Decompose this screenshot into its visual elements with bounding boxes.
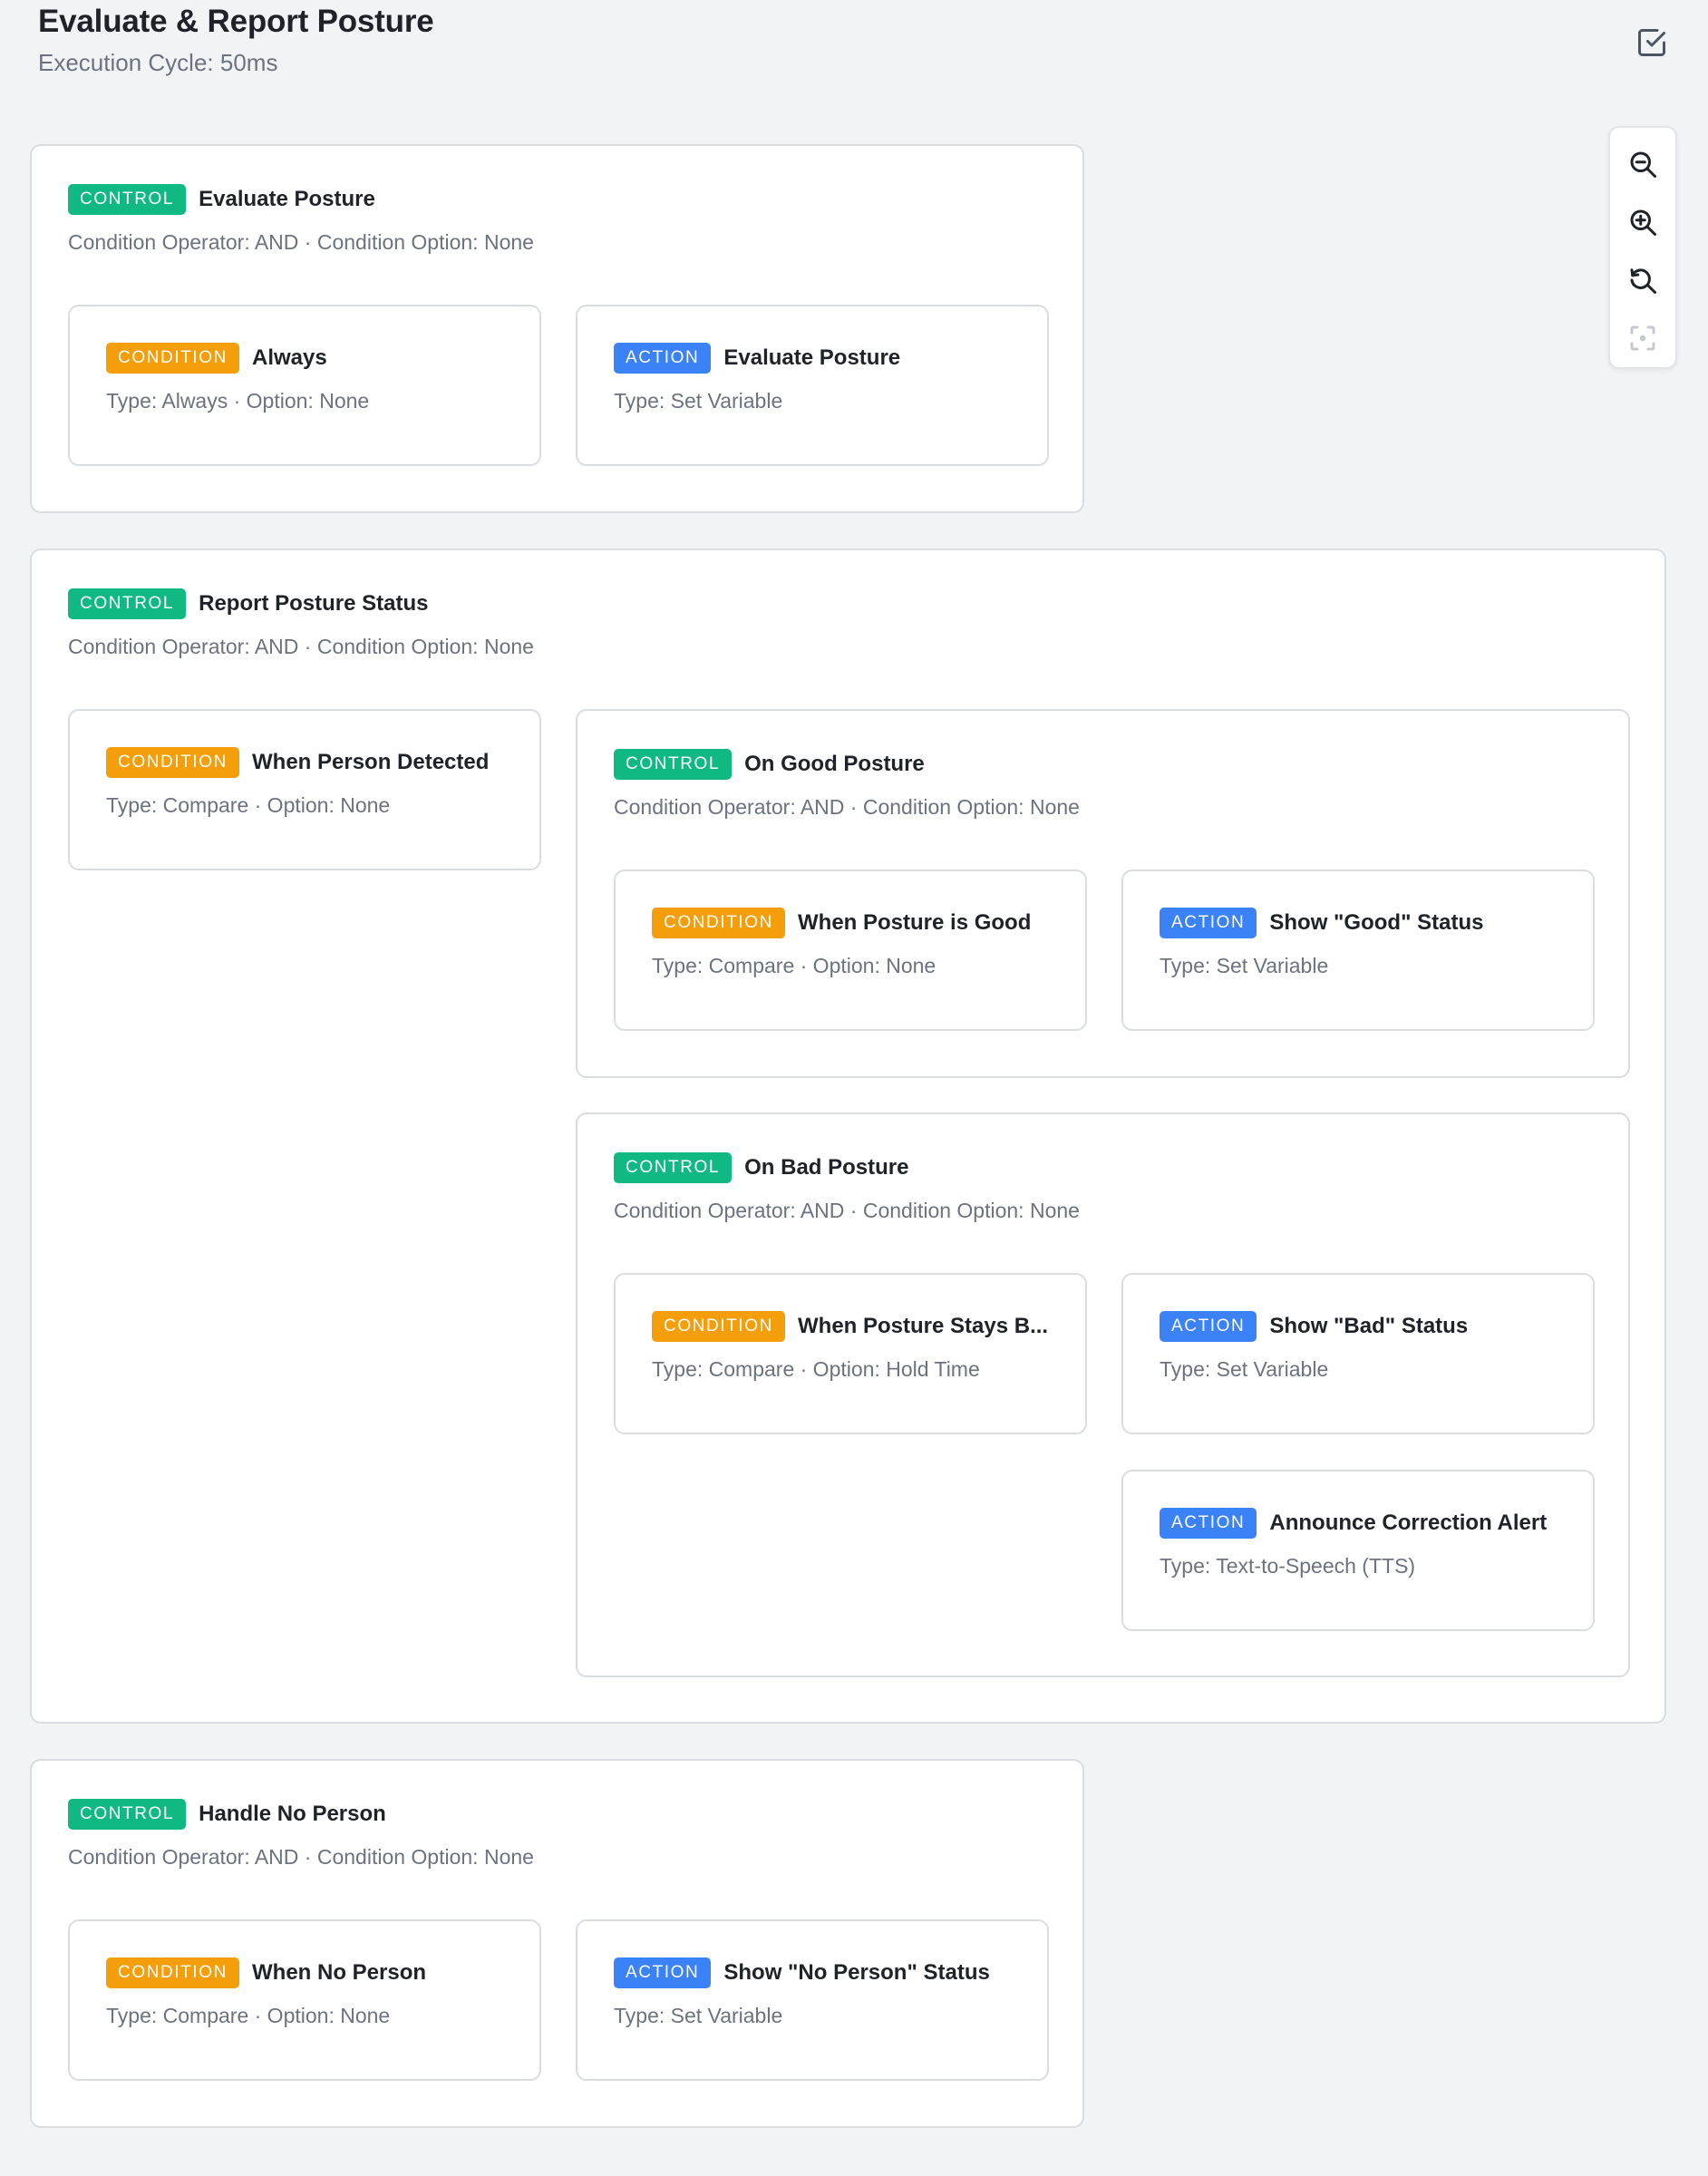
condition-title: Always	[252, 345, 327, 370]
condition-badge: CONDITION	[652, 1311, 786, 1342]
execution-cycle: Execution Cycle: 50ms	[38, 49, 278, 76]
condition-title: When No Person	[252, 1960, 427, 1985]
zoom-toolbar	[1608, 126, 1677, 369]
action-card-evaluate-posture[interactable]: ACTION Evaluate Posture Type: Set Variab…	[576, 305, 1049, 466]
check-square-icon[interactable]	[1635, 26, 1668, 59]
block-title: Report Posture Status	[199, 591, 429, 616]
condition-badge: CONDITION	[106, 1957, 240, 1988]
action-meta: Type: Set Variable	[1160, 954, 1329, 977]
control-badge: CONTROL	[614, 749, 733, 780]
action-meta: Type: Text-to-Speech (TTS)	[1160, 1554, 1416, 1578]
condition-meta: Type: Compare · Option: None	[652, 954, 936, 977]
action-card-show-no-person-status[interactable]: ACTION Show "No Person" Status Type: Set…	[576, 1919, 1049, 2081]
action-meta: Type: Set Variable	[1160, 1357, 1329, 1381]
control-badge: CONTROL	[68, 184, 187, 215]
block-meta: Condition Operator: AND · Condition Opti…	[68, 635, 534, 658]
control-block-evaluate-posture[interactable]: CONTROL Evaluate Posture Condition Opera…	[30, 144, 1084, 513]
block-meta: Condition Operator: AND · Condition Opti…	[68, 230, 534, 254]
block-title: Handle No Person	[199, 1802, 386, 1826]
action-title: Evaluate Posture	[723, 345, 901, 370]
control-block-on-bad-posture[interactable]: CONTROL On Bad Posture Condition Operato…	[576, 1112, 1630, 1677]
control-badge: CONTROL	[614, 1152, 733, 1183]
action-title: Show "No Person" Status	[723, 1960, 990, 1985]
control-badge: CONTROL	[68, 588, 187, 619]
zoom-out-icon[interactable]	[1626, 148, 1659, 180]
action-badge: ACTION	[1160, 908, 1257, 938]
condition-meta: Type: Compare · Option: None	[106, 2004, 391, 2027]
action-badge: ACTION	[614, 1957, 712, 1988]
fit-view-icon[interactable]	[1626, 322, 1659, 355]
condition-meta: Type: Compare · Option: None	[106, 793, 391, 817]
action-badge: ACTION	[614, 343, 712, 374]
condition-title: When Posture is Good	[798, 910, 1032, 935]
condition-title: When Person Detected	[252, 750, 490, 774]
action-title: Show "Good" Status	[1269, 910, 1484, 935]
condition-meta: Type: Always · Option: None	[106, 389, 370, 413]
action-meta: Type: Set Variable	[614, 2004, 783, 2027]
block-meta: Condition Operator: AND · Condition Opti…	[614, 1199, 1080, 1222]
action-card-announce-correction-alert[interactable]: ACTION Announce Correction Alert Type: T…	[1121, 1470, 1595, 1631]
block-title: Evaluate Posture	[199, 187, 375, 211]
action-card-show-good-status[interactable]: ACTION Show "Good" Status Type: Set Vari…	[1121, 869, 1595, 1031]
action-badge: ACTION	[1160, 1311, 1257, 1342]
action-title: Show "Bad" Status	[1269, 1314, 1469, 1338]
block-meta: Condition Operator: AND · Condition Opti…	[68, 1845, 534, 1869]
reset-zoom-icon[interactable]	[1626, 264, 1659, 296]
control-block-report-posture-status[interactable]: CONTROL Report Posture Status Condition …	[30, 549, 1666, 1724]
condition-card-always[interactable]: CONDITION Always Type: Always · Option: …	[68, 305, 541, 466]
action-badge: ACTION	[1160, 1508, 1257, 1539]
condition-card-when-no-person[interactable]: CONDITION When No Person Type: Compare ·…	[68, 1919, 541, 2081]
block-meta: Condition Operator: AND · Condition Opti…	[614, 795, 1080, 819]
action-card-show-bad-status[interactable]: ACTION Show "Bad" Status Type: Set Varia…	[1121, 1273, 1595, 1434]
condition-card-when-posture-stays-bad[interactable]: CONDITION When Posture Stays B... Type: …	[614, 1273, 1087, 1434]
action-meta: Type: Set Variable	[614, 389, 783, 413]
block-title: On Bad Posture	[744, 1155, 909, 1180]
condition-card-when-person-detected[interactable]: CONDITION When Person Detected Type: Com…	[68, 709, 541, 870]
zoom-in-icon[interactable]	[1626, 206, 1659, 238]
condition-badge: CONDITION	[652, 908, 786, 938]
condition-title: When Posture Stays B...	[798, 1314, 1049, 1338]
control-block-on-good-posture[interactable]: CONTROL On Good Posture Condition Operat…	[576, 709, 1630, 1078]
condition-card-when-posture-is-good[interactable]: CONDITION When Posture is Good Type: Com…	[614, 869, 1087, 1031]
control-badge: CONTROL	[68, 1799, 187, 1830]
action-title: Announce Correction Alert	[1269, 1511, 1548, 1535]
condition-badge: CONDITION	[106, 343, 240, 374]
page-title: Evaluate & Report Posture	[38, 4, 434, 39]
condition-meta: Type: Compare · Option: Hold Time	[652, 1357, 980, 1381]
control-block-handle-no-person[interactable]: CONTROL Handle No Person Condition Opera…	[30, 1759, 1084, 2128]
condition-badge: CONDITION	[106, 747, 240, 778]
block-title: On Good Posture	[744, 752, 925, 776]
